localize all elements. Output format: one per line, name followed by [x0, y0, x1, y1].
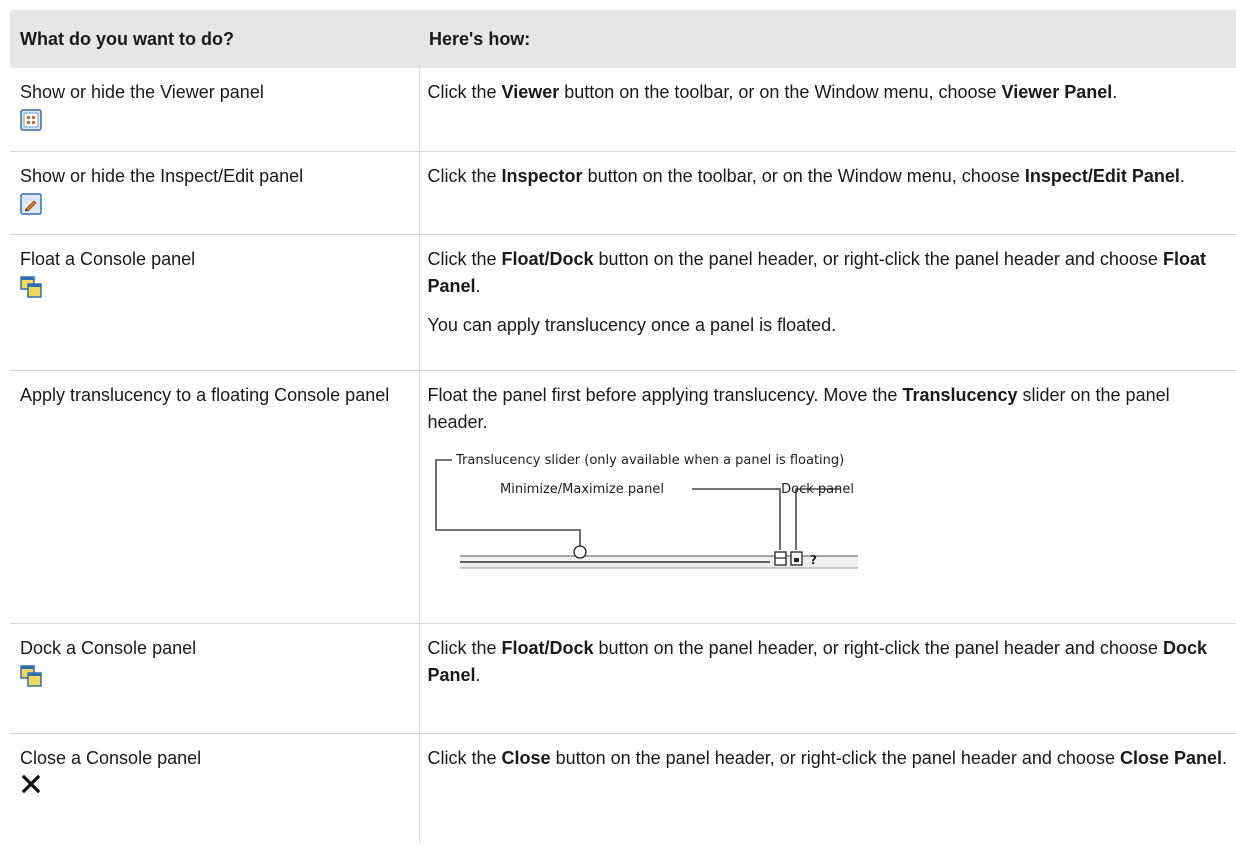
task-cell: Show or hide the Inspect/Edit panel: [10, 151, 420, 235]
how-cell: Click the Close button on the panel head…: [419, 733, 1236, 843]
minimize-callout-label: Minimize/Maximize panel: [500, 482, 664, 497]
task-cell: Close a Console panel: [10, 733, 420, 843]
header-how: Here's how:: [419, 10, 1236, 68]
how-cell: Float the panel first before applying tr…: [419, 370, 1236, 624]
slider-thumb-icon: [572, 544, 587, 559]
task-text: Show or hide the Viewer panel: [20, 82, 264, 102]
how-cell: Click the Float/Dock button on the panel…: [419, 234, 1236, 371]
task-text: Dock a Console panel: [20, 637, 197, 658]
viewer-icon: [20, 109, 409, 131]
close-icon: [20, 773, 409, 795]
inspector-icon: [20, 192, 409, 215]
note-text: You can apply translucency once a panel …: [427, 314, 837, 335]
task-text: Float a Console panel: [20, 248, 196, 269]
task-text: Close a Console panel: [20, 747, 202, 768]
task-cell: Float a Console panel: [10, 234, 420, 371]
task-cell: Show or hide the Viewer panel: [10, 68, 420, 152]
task-text: Apply translucency to a floating Console…: [20, 384, 390, 405]
table-row: Float a Console panel Click the Float/Do…: [10, 234, 1236, 371]
table-row: Dock a Console panel Click the Float/Doc…: [10, 623, 1236, 734]
task-cell: Apply translucency to a floating Console…: [10, 370, 420, 624]
header-task: What do you want to do?: [10, 10, 419, 68]
how-cell: Click the Float/Dock button on the panel…: [419, 623, 1236, 734]
table-row: Close a Console panel Click the Close bu…: [10, 733, 1236, 843]
header-row: What do you want to do? Here's how:: [10, 10, 1236, 68]
table-row: Show or hide the Viewer panel Click the …: [10, 68, 1236, 152]
slider-callout-label: Translucency slider (only available when…: [455, 453, 844, 468]
table-row: Show or hide the Inspect/Edit panel Clic…: [10, 151, 1236, 235]
dock-callout-label: Dock panel: [781, 482, 854, 497]
how-text: Click the Float/Dock button on the panel…: [427, 248, 1206, 296]
task-cell: Dock a Console panel: [10, 623, 420, 734]
how-text: Click the Inspector button on the toolba…: [427, 165, 1185, 186]
float-dock-icon: [20, 664, 409, 687]
how-text: Click the Float/Dock button on the panel…: [427, 637, 1207, 685]
howto-table: What do you want to do? Here's how: Show…: [10, 10, 1236, 843]
how-text: Click the Close button on the panel head…: [427, 747, 1228, 768]
how-text: Click the Viewer button on the toolbar, …: [427, 82, 1118, 102]
task-text: Show or hide the Inspect/Edit panel: [20, 165, 304, 186]
how-cell: Click the Inspector button on the toolba…: [419, 151, 1236, 235]
table-row: Apply translucency to a floating Console…: [10, 370, 1236, 624]
help-icon: ?: [810, 553, 817, 567]
how-text: Float the panel first before applying tr…: [427, 384, 1170, 432]
float-dock-icon: [20, 275, 409, 298]
how-cell: Click the Viewer button on the toolbar, …: [419, 68, 1236, 152]
panel-header-diagram: Translucency slider (only available when…: [434, 453, 858, 568]
